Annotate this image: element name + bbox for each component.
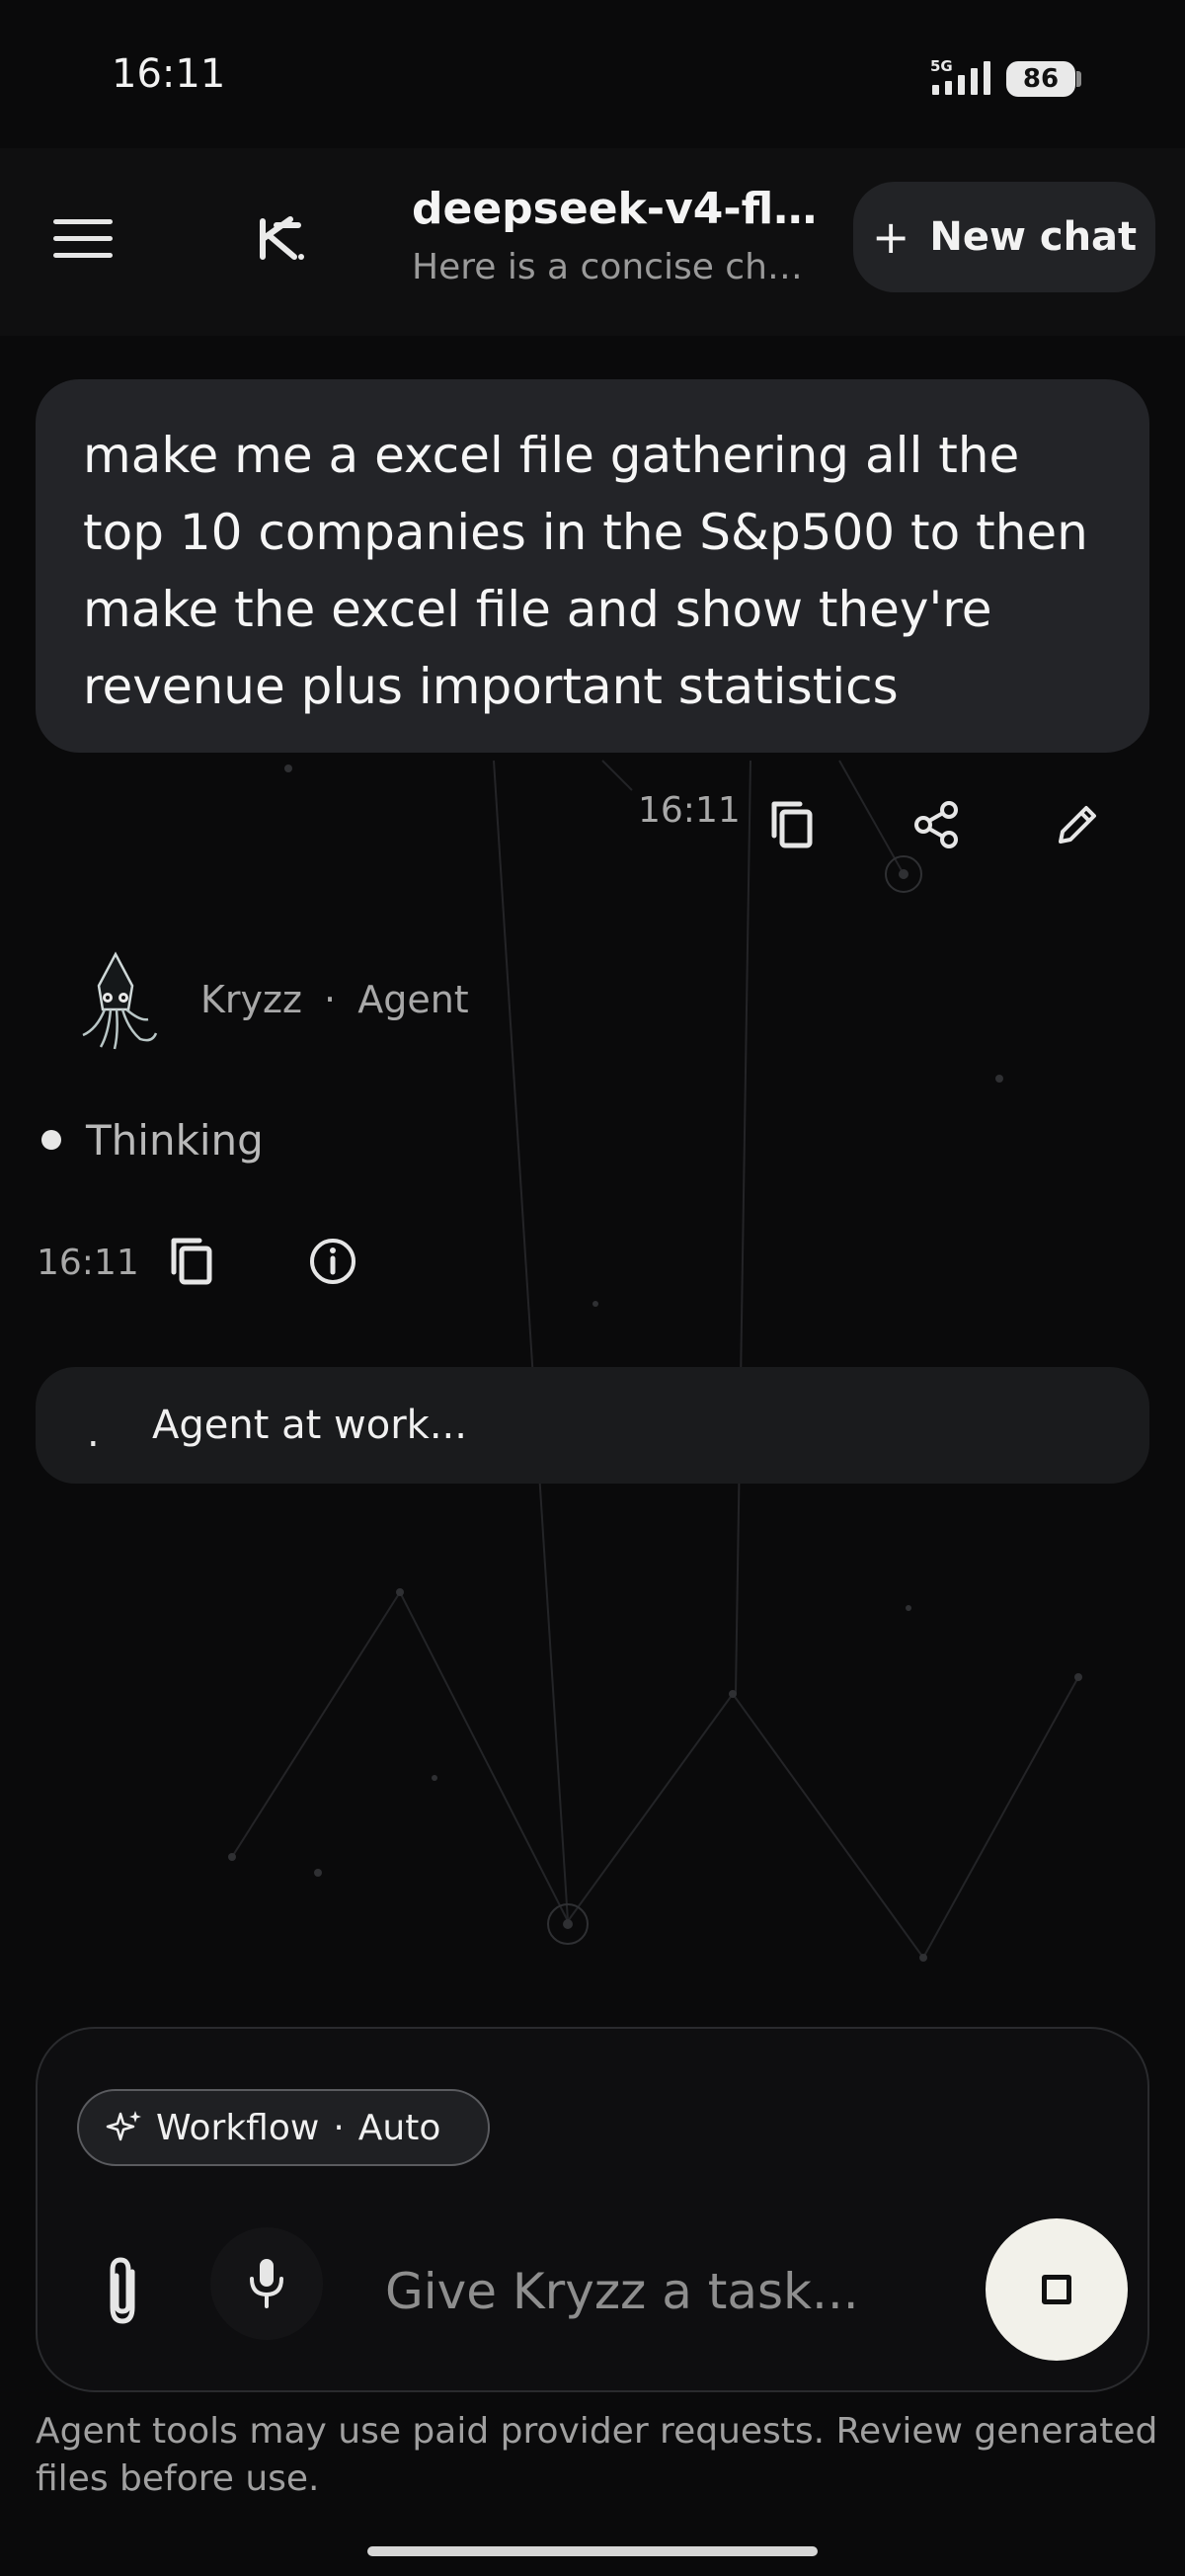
agent-work-label: Agent at work... [152,1403,467,1448]
agent-role: Agent [357,978,469,1021]
info-icon[interactable] [308,1237,357,1286]
stop-icon [1042,2275,1071,2304]
menu-icon-line [53,253,113,258]
new-chat-button[interactable]: + New chat [853,182,1155,292]
microphone-icon [250,2259,283,2308]
thinking-status[interactable]: Thinking [86,1116,264,1165]
task-input[interactable] [385,2252,958,2331]
menu-icon-line [53,219,113,224]
battery-icon: 86 [1006,61,1075,97]
app-logo-icon[interactable] [255,211,308,267]
agent-avatar-icon [82,951,158,1050]
microphone-button[interactable] [210,2227,323,2340]
workflow-mode-chip[interactable]: Workflow · Auto [77,2089,490,2166]
plus-icon: + [871,210,910,264]
name-separator: · [324,978,337,1021]
user-message-time: 16:11 [638,790,741,831]
copy-icon[interactable] [166,1233,217,1288]
edit-icon[interactable] [1055,802,1100,847]
attach-icon[interactable] [91,2252,160,2331]
new-chat-label: New chat [929,214,1138,260]
copy-icon[interactable] [766,796,818,851]
work-progress-dot: . [87,1410,100,1456]
chat-subtitle: Here is a concise cha... [412,247,822,287]
menu-button[interactable] [53,219,113,259]
status-bar: 16:11 5G 86 [0,0,1185,148]
sparkle-icon [106,2111,141,2141]
stop-button[interactable] [986,2218,1128,2361]
share-icon[interactable] [912,800,960,849]
status-time: 16:11 [112,51,226,97]
agent-work-status-card[interactable]: . Agent at work... [36,1367,1149,1484]
chat-title[interactable]: deepseek-v4-fl... [412,184,822,234]
home-indicator[interactable] [367,2546,818,2556]
menu-icon-line [53,236,113,241]
workflow-separator: · [333,2107,345,2148]
agent-message-time: 16:11 [37,1243,139,1283]
agent-name: Kryzz [200,978,302,1021]
thinking-indicator-dot [41,1130,61,1150]
workflow-mode-setting: Auto [357,2107,441,2148]
disclaimer-text: Agent tools may use paid provider reques… [36,2411,1158,2499]
battery-tip [1076,71,1081,87]
agent-name-line: Kryzz · Agent [200,978,469,1021]
user-message-bubble: make me a excel file gathering all the t… [36,379,1149,753]
composer-panel [36,2027,1149,2392]
workflow-mode-label: Workflow [156,2107,320,2148]
signal-icon: 5G [930,57,990,95]
svg-text:5G: 5G [930,57,953,75]
